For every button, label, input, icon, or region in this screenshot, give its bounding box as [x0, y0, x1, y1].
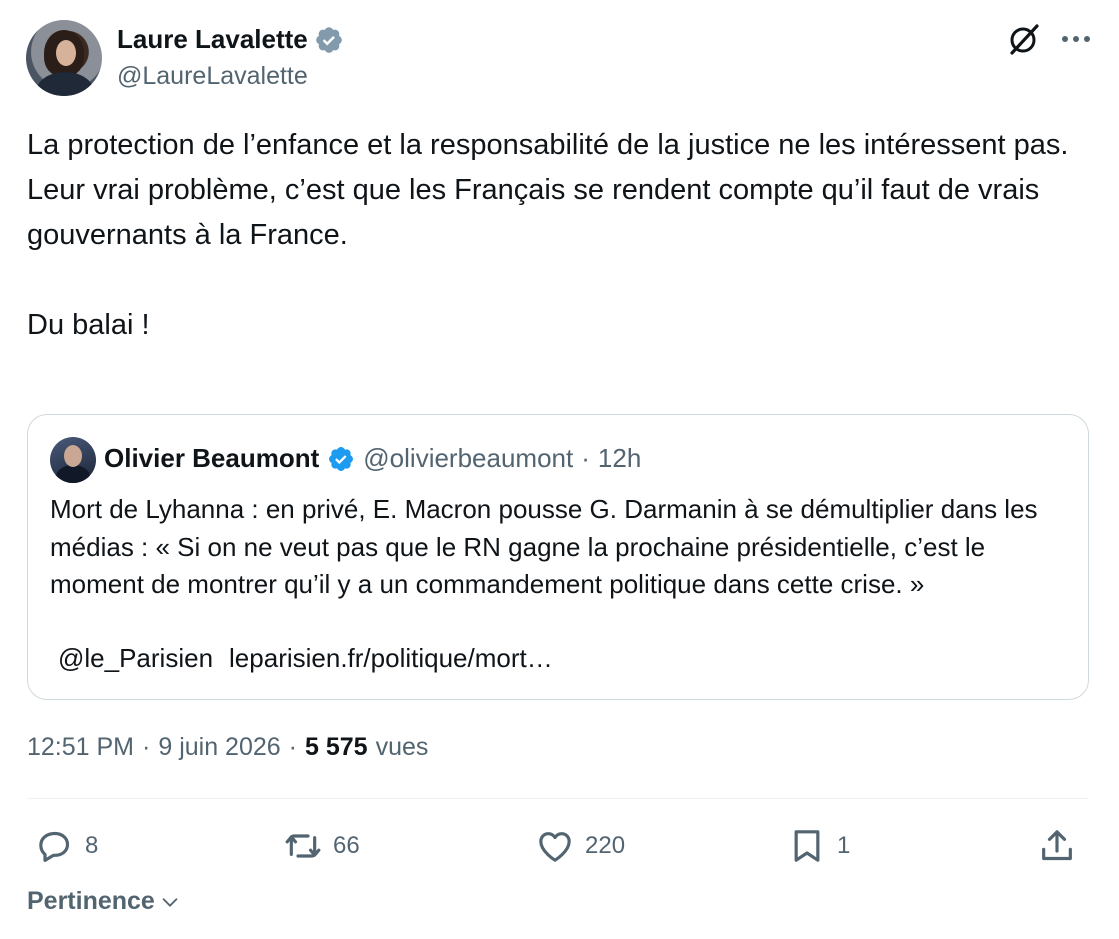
- chevron-down-icon: [162, 897, 178, 907]
- like-button[interactable]: 220: [535, 818, 625, 874]
- quote-author-handle[interactable]: @olivierbeaumont: [363, 443, 573, 474]
- heart-icon: [539, 832, 571, 862]
- separator-dot: ·: [288, 733, 297, 761]
- tweet-date[interactable]: 9 juin 2026: [158, 733, 280, 762]
- reply-icon: [39, 831, 70, 862]
- paragraph-spacer: [27, 258, 1097, 303]
- author-name[interactable]: Laure Lavalette: [117, 24, 308, 55]
- repost-count: 66: [333, 832, 360, 859]
- divider: [27, 798, 1089, 799]
- share-button[interactable]: [1037, 818, 1077, 874]
- verified-badge-icon: [315, 26, 342, 53]
- reply-button[interactable]: 8: [35, 818, 98, 874]
- quote-header: Olivier Beaumont @olivierbeaumont · 12h: [104, 443, 641, 474]
- quote-author-name[interactable]: Olivier Beaumont: [104, 443, 319, 474]
- author-name-row[interactable]: Laure Lavalette: [117, 24, 344, 55]
- article-link[interactable]: leparisien.fr/politique/mort…: [229, 643, 553, 674]
- quote-links: @le_Parisien leparisien.fr/politique/mor…: [58, 643, 553, 674]
- quote-time[interactable]: 12h: [598, 443, 641, 474]
- author-handle[interactable]: @LaureLavalette: [117, 62, 308, 91]
- more-icon[interactable]: [1061, 33, 1091, 45]
- author-avatar[interactable]: [26, 20, 102, 96]
- quote-text: Mort de Lyhanna : en privé, E. Macron po…: [50, 494, 1038, 599]
- tweet-text: La protection de l’enfance et la respons…: [27, 123, 1097, 348]
- reply-count: 8: [85, 832, 99, 859]
- views-label: vues: [375, 733, 429, 761]
- sort-dropdown[interactable]: Pertinence: [27, 887, 181, 916]
- verified-badge-icon: [329, 446, 354, 471]
- separator-dot: ·: [142, 733, 151, 761]
- action-bar: 8 66 220 1: [27, 818, 1089, 874]
- tweet-time[interactable]: 12:51 PM: [27, 733, 134, 762]
- quote-author-avatar[interactable]: [50, 437, 96, 483]
- tweet-paragraph: La protection de l’enfance et la respons…: [27, 129, 1069, 251]
- like-count: 220: [585, 832, 626, 859]
- quoted-tweet[interactable]: Olivier Beaumont @olivierbeaumont · 12h …: [27, 414, 1089, 700]
- mention-link[interactable]: @le_Parisien: [58, 643, 213, 674]
- bookmark-icon: [794, 830, 820, 862]
- repost-icon: [285, 834, 321, 858]
- views-count: 5 575: [305, 733, 368, 761]
- grok-icon[interactable]: [1007, 22, 1041, 56]
- tweet-meta: 12:51 PM · 9 juin 2026 · 5 575 vues: [27, 733, 428, 762]
- bookmark-count: 1: [837, 832, 851, 859]
- repost-button[interactable]: 66: [283, 818, 360, 874]
- separator-dot: ·: [581, 443, 590, 473]
- share-icon: [1042, 830, 1072, 861]
- bookmark-button[interactable]: 1: [787, 818, 850, 874]
- sort-label: Pertinence: [27, 887, 155, 915]
- tweet-paragraph: Du balai !: [27, 309, 150, 341]
